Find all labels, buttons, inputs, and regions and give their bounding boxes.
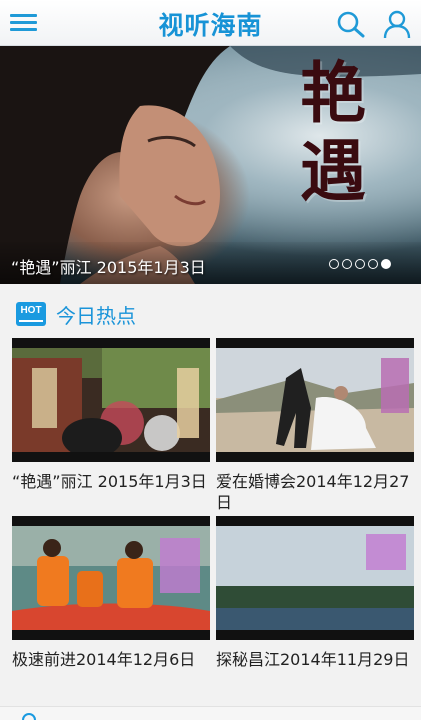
- video-title: 爱在婚博会2014年12月27日: [216, 472, 410, 512]
- video-title: 探秘昌江2014年11月29日: [216, 650, 410, 669]
- search-icon[interactable]: [336, 10, 366, 38]
- calligraphy-char-2: 遇: [300, 132, 366, 210]
- video-card[interactable]: 探秘昌江2014年11月29日: [216, 516, 414, 670]
- video-thumbnail[interactable]: [12, 338, 210, 462]
- banner-calligraphy: 艳 遇: [300, 54, 380, 210]
- video-card[interactable]: 爱在婚博会2014年12月27日: [216, 338, 414, 513]
- video-title: “艳遇”丽江 2015年1月3日: [12, 472, 207, 491]
- section-title: 今日热点: [56, 303, 136, 328]
- video-thumbnail[interactable]: [216, 338, 414, 462]
- video-thumbnail[interactable]: [216, 516, 414, 640]
- user-icon[interactable]: [382, 9, 412, 39]
- video-card[interactable]: “艳遇”丽江 2015年1月3日: [12, 338, 210, 492]
- calligraphy-char-1: 艳: [300, 54, 366, 132]
- pager-dot[interactable]: [329, 259, 339, 269]
- video-thumbnail[interactable]: [12, 516, 210, 640]
- featured-banner[interactable]: 艳 遇 “艳遇”丽江 2015年1月3日: [0, 46, 421, 284]
- pager-dot[interactable]: [342, 259, 352, 269]
- bottom-bar: [0, 706, 421, 720]
- pager-dot[interactable]: [381, 259, 391, 269]
- pager-dot[interactable]: [355, 259, 365, 269]
- pager-dot[interactable]: [368, 259, 378, 269]
- video-title: 极速前进2014年12月6日: [12, 650, 196, 669]
- app-header: 视听海南: [0, 0, 421, 46]
- video-card[interactable]: 极速前进2014年12月6日: [12, 516, 210, 670]
- hot-badge: HOT: [16, 302, 46, 326]
- banner-caption: “艳遇”丽江 2015年1月3日: [11, 258, 206, 277]
- hot-section-header: HOT 今日热点: [16, 300, 136, 328]
- banner-pager[interactable]: [329, 259, 391, 271]
- section-icon: [22, 713, 36, 720]
